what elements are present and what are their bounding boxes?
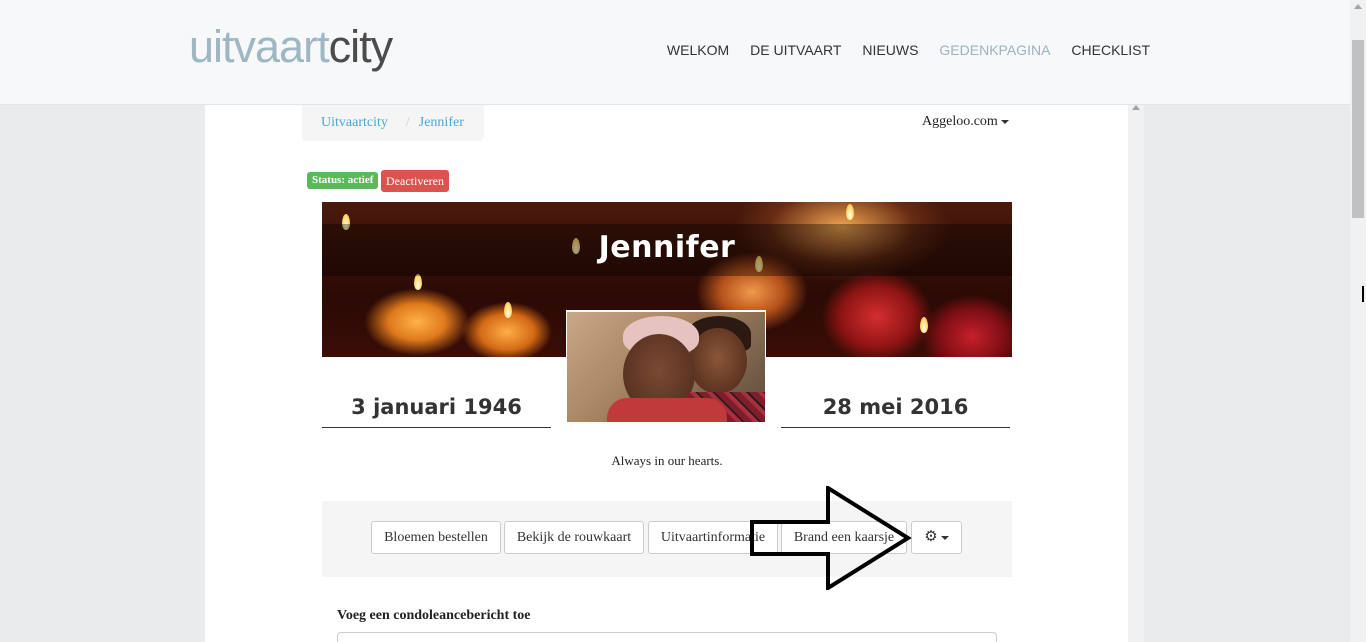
condolence-input[interactable] <box>337 632 997 642</box>
condolence-label: Voeg een condoleancebericht toe <box>337 608 531 623</box>
scroll-up-arrow-icon[interactable] <box>1354 4 1362 9</box>
candle-flame-icon <box>504 302 512 318</box>
caret-down-icon <box>1000 119 1009 124</box>
candle-flame-icon <box>920 317 928 333</box>
scrollbar-thumb[interactable] <box>1352 40 1364 218</box>
status-badge: Status: actief <box>307 172 379 189</box>
epitaph-text: Always in our hearts. <box>611 453 723 468</box>
death-date: 28 mei 2016 <box>781 395 1010 428</box>
text-cursor-icon <box>1362 286 1364 302</box>
site-dropdown-label: Aggeloo.com <box>922 114 998 129</box>
photo-scarf-shape <box>607 398 727 422</box>
caret-down-icon <box>940 535 949 540</box>
memorial-photo <box>566 310 766 422</box>
main-nav: WELKOM DE UITVAART NIEUWS GEDENKPAGINA C… <box>667 42 1150 58</box>
candle-flame-icon <box>414 274 422 290</box>
breadcrumb-current-link[interactable]: Jennifer <box>419 115 464 130</box>
site-logo[interactable]: uitvaartcity <box>189 21 393 72</box>
deactivate-button[interactable]: Deactiveren <box>381 170 449 192</box>
page-scrollbar[interactable] <box>1350 0 1366 642</box>
candle-flame-icon <box>846 204 854 220</box>
site-dropdown[interactable]: Aggeloo.com <box>922 114 1009 130</box>
site-header: uitvaartcity WELKOM DE UITVAART NIEUWS G… <box>0 0 1350 105</box>
breadcrumb-home-link[interactable]: Uitvaartcity <box>321 115 388 130</box>
view-card-button[interactable]: Bekijk de rouwkaart <box>504 521 644 554</box>
gear-icon: ⚙ <box>924 529 938 545</box>
memorial-name: Jennifer <box>598 230 736 265</box>
birth-date: 3 januari 1946 <box>322 395 551 428</box>
nav-gedenkpagina[interactable]: GEDENKPAGINA <box>939 42 1050 58</box>
logo-part-uitvaart: uitvaart <box>189 21 330 72</box>
light-candle-button[interactable]: Brand een kaarsje <box>781 521 907 554</box>
nav-nieuws[interactable]: NIEUWS <box>862 42 918 58</box>
nav-checklist[interactable]: CHECKLIST <box>1071 42 1150 58</box>
funeral-info-button[interactable]: Uitvaartinformatie <box>648 521 778 554</box>
breadcrumb-separator: / <box>405 115 410 130</box>
nav-de-uitvaart[interactable]: DE UITVAART <box>750 42 841 58</box>
breadcrumb: Uitvaartcity / Jennifer <box>302 105 484 141</box>
logo-part-city: city <box>328 21 393 72</box>
order-flowers-button[interactable]: Bloemen bestellen <box>371 521 501 554</box>
scroll-up-arrow-icon[interactable] <box>1132 105 1140 110</box>
panel-scrollbar[interactable] <box>1128 105 1144 642</box>
settings-dropdown-button[interactable]: ⚙ <box>911 521 962 554</box>
nav-welkom[interactable]: WELKOM <box>667 42 729 58</box>
